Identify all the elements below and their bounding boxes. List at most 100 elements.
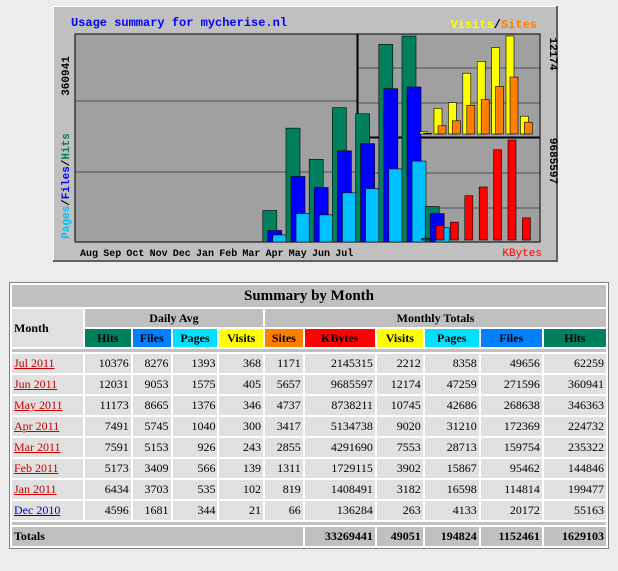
value-cell: 95462 xyxy=(480,459,542,478)
bar-sites xyxy=(423,133,432,135)
right-top-max: 12174 xyxy=(546,37,558,70)
value-cell: 5657 xyxy=(264,375,303,394)
value-cell: 20172 xyxy=(480,501,542,520)
value-cell: 263 xyxy=(376,501,423,520)
col-daily-visits: Visits xyxy=(219,329,263,347)
value-cell: 346 xyxy=(219,396,263,415)
value-cell: 6434 xyxy=(84,480,131,499)
value-cell: 21 xyxy=(219,501,263,520)
col-monthly-sites: Sites xyxy=(264,329,303,347)
value-cell: 4737 xyxy=(264,396,303,415)
daily-avg-header: Daily Avg xyxy=(84,309,263,327)
bar-pages xyxy=(342,192,357,243)
value-cell: 535 xyxy=(172,480,218,499)
value-cell: 62259 xyxy=(543,354,606,373)
month-tick-label: Apr xyxy=(266,249,284,260)
value-cell: 12031 xyxy=(84,375,131,394)
value-cell: 3182 xyxy=(376,480,423,499)
bar-kbytes xyxy=(522,217,531,241)
axis-label-files: Files xyxy=(61,166,73,199)
month-cell: Mar 2011 xyxy=(12,438,83,457)
value-cell: 10376 xyxy=(84,354,131,373)
bar-pages xyxy=(411,160,427,243)
month-tick-label: Jan xyxy=(196,249,214,260)
bar-kbytes xyxy=(478,186,488,241)
value-cell: 8665 xyxy=(132,396,171,415)
value-cell: 300 xyxy=(219,417,263,436)
value-cell: 819 xyxy=(264,480,303,499)
bar-sites xyxy=(452,120,461,135)
bar-sites xyxy=(437,125,447,135)
value-cell: 1408491 xyxy=(304,480,375,499)
col-monthly-files: Files xyxy=(480,329,542,347)
month-tick-label: Jul xyxy=(335,248,353,260)
right-bottom-max: 9685597 xyxy=(546,138,558,184)
value-cell: 1393 xyxy=(172,354,218,373)
table-row: Feb 2011 5173 3409 566 139 1311 1729115 3902 158… xyxy=(12,459,606,478)
month-link[interactable]: Jan 2011 xyxy=(14,482,57,496)
month-tick-label: Mar xyxy=(242,249,260,260)
axis-label-pages: Pages xyxy=(61,206,73,239)
bar-sites xyxy=(466,104,476,135)
kbytes-label: KBytes xyxy=(502,248,542,260)
value-cell: 144846 xyxy=(543,459,606,478)
month-cell: May 2011 xyxy=(12,396,83,415)
value-cell: 114814 xyxy=(480,480,542,499)
month-cell: Jan 2011 xyxy=(12,480,83,499)
value-cell: 8276 xyxy=(132,354,171,373)
value-cell: 344 xyxy=(172,501,218,520)
visits-sites-legend: Visits/Sites xyxy=(451,18,537,32)
totals-label: Totals xyxy=(12,527,303,546)
month-link[interactable]: Dec 2010 xyxy=(14,503,60,517)
legend-sep: / xyxy=(494,18,501,32)
value-cell: 1171 xyxy=(264,354,303,373)
month-link[interactable]: Apr 2011 xyxy=(14,419,59,433)
value-cell: 11173 xyxy=(84,396,131,415)
bar-sites xyxy=(524,121,533,135)
table-row: Dec 2010 4596 1681 344 21 66 136284 263 4133 2017… xyxy=(12,501,606,520)
value-cell: 47259 xyxy=(424,375,479,394)
value-cell: 926 xyxy=(172,438,218,457)
value-cell: 5134738 xyxy=(304,417,375,436)
col-monthly-pages: Pages xyxy=(424,329,479,347)
value-cell: 271596 xyxy=(480,375,542,394)
bar-kbytes xyxy=(464,195,474,241)
month-tick-label: Dec xyxy=(173,249,191,260)
value-cell: 405 xyxy=(219,375,263,394)
value-cell: 10745 xyxy=(376,396,423,415)
value-cell: 3902 xyxy=(376,459,423,478)
value-cell: 12174 xyxy=(376,375,423,394)
month-link[interactable]: Mar 2011 xyxy=(14,440,61,454)
month-link[interactable]: Jun 2011 xyxy=(14,377,57,391)
monthly-totals-header: Monthly Totals xyxy=(264,309,606,327)
value-cell: 8738211 xyxy=(304,396,375,415)
value-cell: 7491 xyxy=(84,417,131,436)
value-cell: 3703 xyxy=(132,480,171,499)
value-cell: 136284 xyxy=(304,501,375,520)
legend-visits: Visits xyxy=(451,18,494,32)
value-cell: 235322 xyxy=(543,438,606,457)
total-kbytes: 33269441 xyxy=(304,527,375,546)
usage-graph: Usage summary for mycherise.nl Visits/Si… xyxy=(53,6,558,262)
value-cell: 5153 xyxy=(132,438,171,457)
value-cell: 4596 xyxy=(84,501,131,520)
month-link[interactable]: Jul 2011 xyxy=(14,356,55,370)
value-cell: 4133 xyxy=(424,501,479,520)
month-link[interactable]: Feb 2011 xyxy=(14,461,59,475)
value-cell: 9685597 xyxy=(304,375,375,394)
value-cell: 3417 xyxy=(264,417,303,436)
summary-table: Summary by Month Month Daily Avg Monthly… xyxy=(9,282,609,549)
table-row: Jul 2011 10376 8276 1393 368 1171 2145315 2212 8… xyxy=(12,354,606,373)
month-tick-label: Nov xyxy=(150,249,168,260)
bar-pages xyxy=(318,214,334,243)
value-cell: 4291690 xyxy=(304,438,375,457)
value-cell: 8358 xyxy=(424,354,479,373)
table-row: May 2011 11173 8665 1376 346 4737 8738211 10745… xyxy=(12,396,606,415)
value-cell: 7553 xyxy=(376,438,423,457)
table-row: Apr 2011 7491 5745 1040 300 3417 5134738 9020 31… xyxy=(12,417,606,436)
month-cell: Feb 2011 xyxy=(12,459,83,478)
value-cell: 1681 xyxy=(132,501,171,520)
month-link[interactable]: May 2011 xyxy=(14,398,63,412)
graph-title: Usage summary for mycherise.nl xyxy=(71,16,287,30)
value-cell: 360941 xyxy=(543,375,606,394)
